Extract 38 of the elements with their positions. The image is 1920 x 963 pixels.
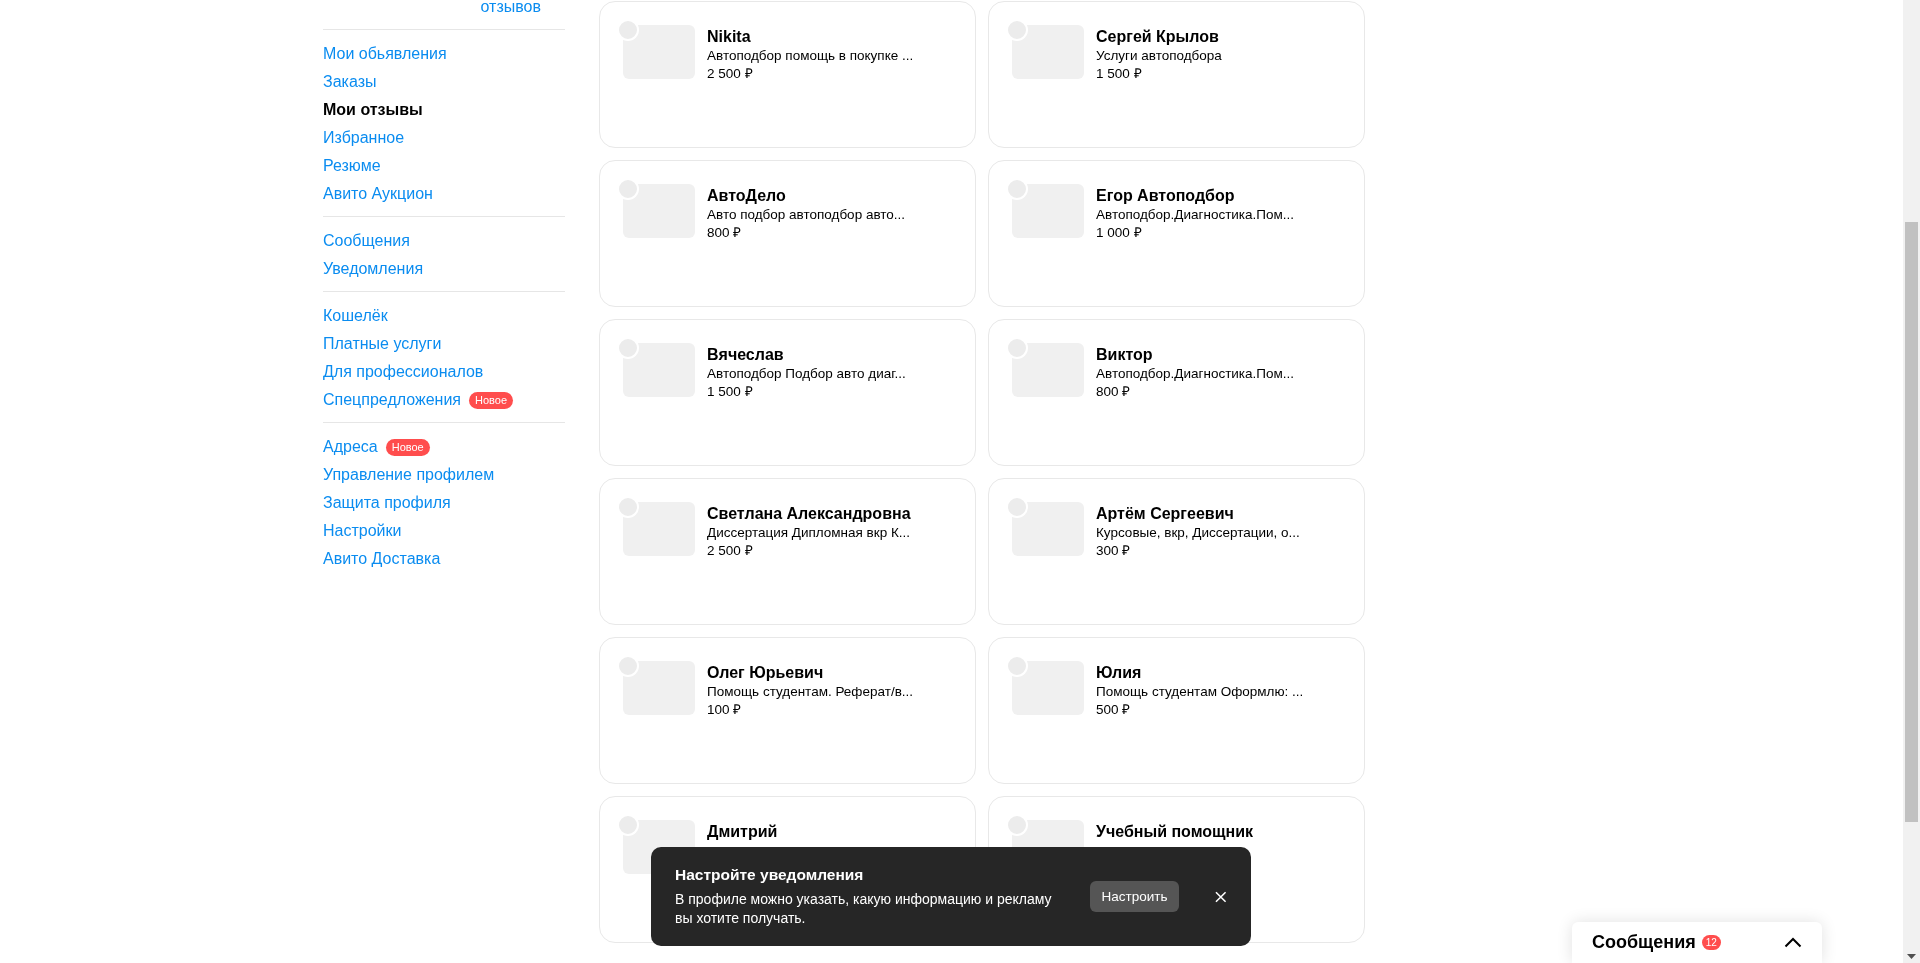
service-price: 2 500 ₽ — [707, 542, 754, 560]
service-description: Автоподбор Подбор авто диаг... — [707, 365, 906, 383]
seller-name: Nikita — [707, 27, 752, 47]
service-description: Автоподбор помощь в покупке ... — [707, 47, 914, 65]
toast-text: В профиле можно указать, какую информацию и рекламу вы хотите получать. — [675, 889, 1053, 928]
new-badge: Новое — [469, 391, 514, 409]
seller-name: Дмитрий — [707, 822, 778, 842]
seller-name: АвтоДело — [707, 186, 787, 206]
seller-name: Виктор — [1096, 345, 1154, 365]
service-price: 2 500 ₽ — [707, 65, 754, 83]
service-description: Диссертация Дипломная вкр К... — [707, 524, 911, 542]
service-price: 800 ₽ — [1096, 383, 1132, 401]
service-price: 1 000 ₽ — [1096, 224, 1143, 242]
service-description: Автоподбор.Диагностика.Пом... — [1096, 365, 1295, 383]
seller-name: Вячеслав — [707, 345, 785, 365]
seller-name: Олег Юрьевич — [707, 663, 825, 683]
messages-title: Сообщения — [1592, 932, 1696, 953]
service-price: 300 ₽ — [1096, 542, 1132, 560]
service-description: Курсовые, вкр, Диссертации, о... — [1096, 524, 1300, 542]
service-price: 1 500 ₽ — [707, 383, 754, 401]
service-price: 100 ₽ — [707, 701, 743, 719]
seller-name: Артём Сергеевич — [1096, 504, 1235, 524]
service-description: Помощь студентам. Реферат/в... — [707, 683, 914, 701]
service-description: Услуги автоподбора — [1096, 47, 1222, 65]
service-description: Автоподбор.Диагностика.Пом... — [1096, 206, 1295, 224]
seller-name: Светлана Александровна — [707, 504, 911, 524]
seller-name: Егор Автоподбор — [1096, 186, 1236, 206]
service-price: 500 ₽ — [1096, 701, 1132, 719]
unread-count: 12 — [1701, 935, 1721, 950]
service-price: 800 ₽ — [707, 224, 743, 242]
seller-name: Юлия — [1096, 663, 1143, 683]
new-badge: Новое — [385, 438, 430, 456]
toast-title: Настройте уведомления — [675, 865, 865, 884]
seller-name: Сергей Крылов — [1096, 27, 1220, 47]
service-price: 1 500 ₽ — [1096, 65, 1143, 83]
seller-name: Учебный помощник — [1096, 822, 1254, 842]
service-description: Авто подбор автоподбор авто... — [707, 206, 906, 224]
service-description: Помощь студентам Оформлю: ... — [1096, 683, 1304, 701]
